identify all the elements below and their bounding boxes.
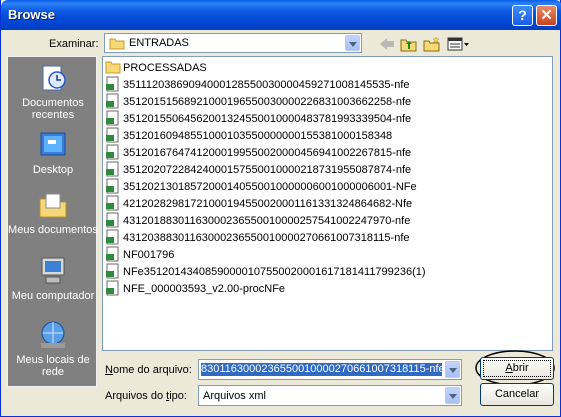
list-item[interactable]: 4312038830116300023655001000027066100731… — [105, 229, 410, 246]
xml-file-icon — [106, 246, 119, 262]
xml-file-icon — [106, 127, 119, 143]
network-places-icon — [41, 321, 65, 348]
title-bar[interactable]: Browse ? ✕ — [1, 0, 561, 30]
xml-file-icon — [106, 212, 119, 228]
list-item[interactable]: 3511120386909400012855003000045927100814… — [105, 76, 410, 93]
list-item[interactable]: 3512016764741200019955002000045694100226… — [105, 144, 411, 161]
up-folder-icon[interactable] — [400, 36, 418, 52]
lookin-label: Examinar: — [49, 38, 99, 50]
desktop-icon — [40, 132, 66, 156]
recent-documents-icon — [42, 65, 66, 91]
xml-file-icon — [106, 161, 119, 177]
new-folder-icon[interactable] — [423, 36, 441, 52]
list-item[interactable]: 3512016094855100010355000000015538100015… — [105, 127, 392, 144]
xml-file-icon — [106, 195, 119, 211]
open-button[interactable]: Abrir — [480, 357, 554, 380]
xml-file-icon — [106, 110, 119, 126]
place-network-places[interactable]: Meus locais de rede — [8, 319, 98, 378]
back-arrow-icon[interactable] — [378, 36, 396, 52]
cancel-button[interactable]: Cancelar — [480, 383, 554, 406]
chevron-down-icon[interactable] — [445, 361, 460, 378]
my-documents-icon — [39, 193, 67, 218]
file-list[interactable]: PROCESSADAS 3511120386909400012855003000… — [102, 56, 553, 351]
list-item[interactable]: 3512021301857200014055001000000600100000… — [105, 178, 417, 195]
place-desktop[interactable]: Desktop — [8, 129, 98, 176]
browse-dialog: Browse ? ✕ Examinar: ENTRADAS Documentos… — [0, 0, 561, 417]
close-button[interactable]: ✕ — [536, 5, 557, 26]
view-menu-icon[interactable] — [447, 36, 471, 52]
place-recent-documents[interactable]: Documentos recentes — [8, 62, 98, 121]
chevron-down-icon[interactable] — [345, 35, 360, 51]
list-item[interactable]: NFE_000003593_v2.00-procNFe — [105, 280, 285, 297]
place-my-documents[interactable]: Meus documentos — [8, 189, 98, 236]
filetype-dropdown[interactable]: Arquivos xml — [198, 385, 462, 406]
xml-file-icon — [106, 263, 119, 279]
window-title: Browse — [8, 7, 55, 22]
list-item[interactable]: 3512015156892100019655003000022683100366… — [105, 93, 411, 110]
place-my-computer[interactable]: Meu computador — [8, 255, 98, 302]
chevron-down-icon[interactable] — [445, 387, 460, 404]
filename-input[interactable]: 8301163000236550010000270661007318115-nf… — [198, 359, 462, 380]
list-item[interactable]: NFe3512014340859000010755002000161718141… — [105, 263, 426, 280]
xml-file-icon — [106, 229, 119, 245]
list-item[interactable]: 3512020722842400015755001000021873195508… — [105, 161, 411, 178]
folder-icon — [105, 61, 121, 74]
list-item[interactable]: NF001796 — [105, 246, 174, 263]
lookin-dropdown[interactable]: ENTRADAS — [104, 33, 362, 53]
filename-label: Nome do arquivo: — [105, 364, 192, 376]
lookin-value: ENTRADAS — [129, 37, 189, 49]
list-item[interactable]: 4212028298172100019455002000116133132486… — [105, 195, 412, 212]
xml-file-icon — [106, 76, 119, 92]
places-bar: Documentos recentes Desktop Meus documen… — [7, 56, 98, 387]
list-item[interactable]: 3512015506456200132455001000048378199333… — [105, 110, 411, 127]
xml-file-icon — [106, 144, 119, 160]
xml-file-icon — [106, 280, 119, 296]
filetype-label: Arquivos do tipo: — [105, 390, 187, 402]
my-computer-icon — [41, 257, 65, 284]
filetype-value: Arquivos xml — [203, 390, 266, 402]
folder-icon — [109, 38, 125, 50]
xml-file-icon — [106, 178, 119, 194]
xml-file-icon — [106, 93, 119, 109]
help-button[interactable]: ? — [512, 5, 533, 26]
list-item[interactable]: PROCESSADAS — [105, 59, 207, 76]
filename-value: 8301163000236550010000270661007318115-nf… — [201, 363, 442, 376]
list-item[interactable]: 4312018830116300023655001000025754100224… — [105, 212, 410, 229]
